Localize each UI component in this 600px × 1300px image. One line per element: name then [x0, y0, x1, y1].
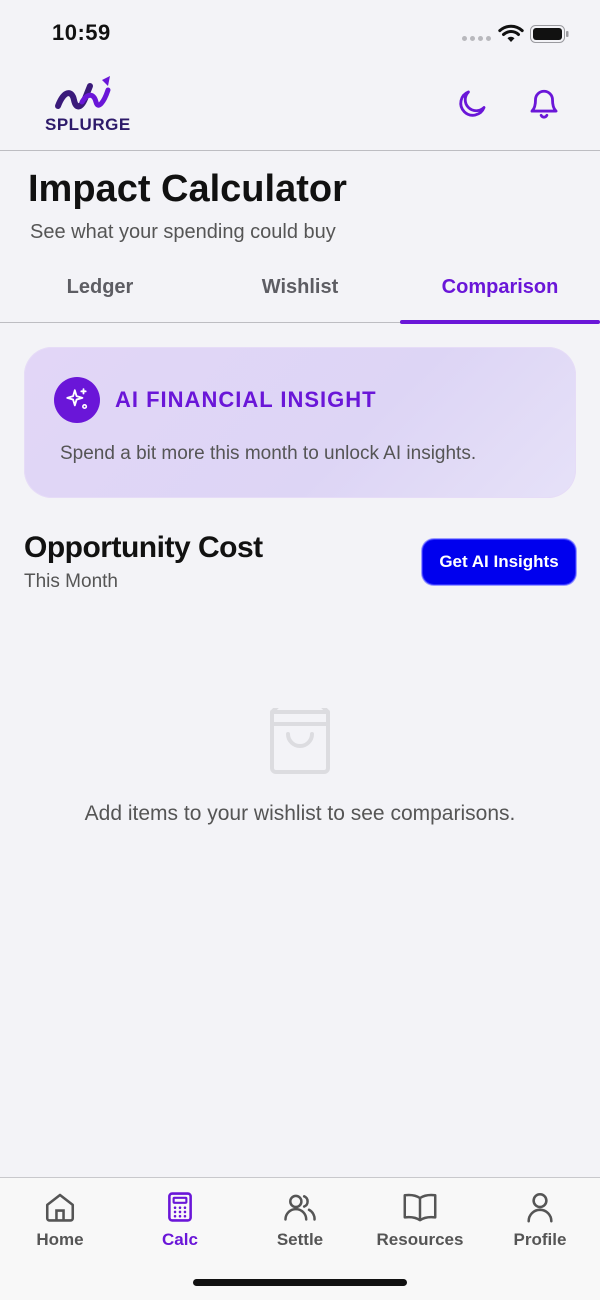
nav-profile-label: Profile	[513, 1230, 567, 1249]
nav-calc-label: Calc	[162, 1230, 198, 1249]
sparkles-icon	[54, 377, 100, 423]
nav-calc[interactable]: Calc	[120, 1188, 240, 1250]
tab-bar: Ledger Wishlist Comparison	[0, 262, 600, 324]
bell-icon	[530, 89, 558, 119]
calculator-icon	[168, 1192, 192, 1222]
nav-home[interactable]: Home	[0, 1188, 120, 1250]
signal-icon	[462, 36, 491, 41]
tab-wishlist[interactable]: Wishlist	[200, 262, 400, 322]
empty-state-text: Add items to your wishlist to see compar…	[84, 802, 516, 825]
nav-profile[interactable]: Profile	[480, 1188, 600, 1250]
nav-home-label: Home	[36, 1230, 84, 1249]
svg-text:SPLURGE: SPLURGE	[45, 115, 131, 134]
tab-comparison[interactable]: Comparison	[400, 262, 600, 324]
status-bar: 10:59	[0, 0, 600, 66]
ai-insight-card: AI FINANCIAL INSIGHT Spend a bit more th…	[24, 347, 576, 498]
get-ai-insights-button[interactable]: Get AI Insights	[422, 539, 576, 585]
book-icon	[403, 1193, 437, 1222]
app-header: SPLURGE	[0, 66, 600, 151]
status-time: 10:59	[52, 20, 111, 45]
page-subtitle: See what your spending could buy	[30, 221, 336, 243]
tab-ledger[interactable]: Ledger	[0, 262, 200, 322]
shopping-bag-icon	[270, 708, 330, 774]
notifications-button[interactable]	[522, 82, 566, 126]
nav-settle-label: Settle	[276, 1230, 324, 1249]
users-icon	[284, 1194, 316, 1221]
dark-mode-toggle[interactable]	[450, 82, 494, 126]
moon-icon	[459, 90, 486, 117]
battery-icon	[530, 25, 569, 43]
splurge-logo[interactable]: SPLURGE	[42, 72, 132, 136]
nav-settle[interactable]: Settle	[240, 1188, 360, 1250]
user-icon	[527, 1192, 553, 1223]
opportunity-cost-title: Opportunity Cost	[24, 531, 263, 564]
page-title: Impact Calculator	[28, 168, 347, 210]
home-indicator	[193, 1279, 407, 1286]
nav-resources-label: Resources	[376, 1230, 464, 1249]
nav-resources[interactable]: Resources	[360, 1188, 480, 1250]
insight-text: Spend a bit more this month to unlock AI…	[60, 443, 477, 464]
home-icon	[45, 1193, 75, 1222]
opportunity-period: This Month	[24, 571, 118, 592]
insight-title: AI FINANCIAL INSIGHT	[115, 387, 377, 412]
wifi-icon	[498, 24, 524, 42]
